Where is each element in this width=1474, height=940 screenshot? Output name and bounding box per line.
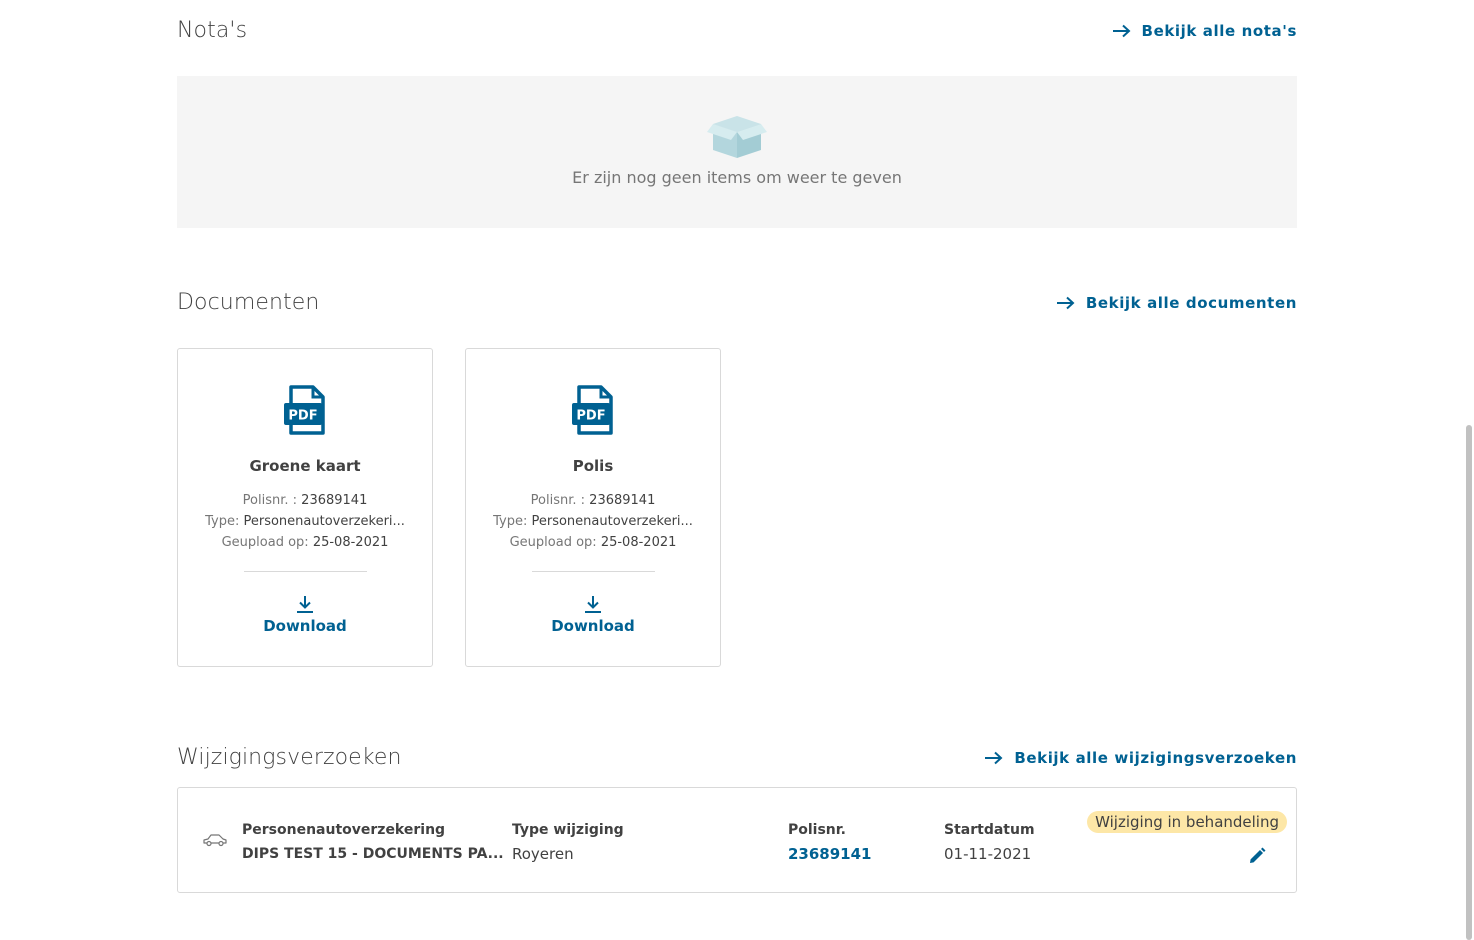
empty-message: Er zijn nog geen items om weer te geven: [572, 168, 902, 187]
polis-number-link[interactable]: 23689141: [788, 842, 872, 866]
view-all-wijzigingen-label: Bekijk alle wijzigingsverzoeken: [1014, 748, 1297, 767]
scrollbar[interactable]: [1465, 425, 1474, 940]
download-label: Download: [263, 617, 347, 635]
document-meta: Polisnr. : 23689141 Type: Personenautove…: [493, 490, 693, 553]
download-label: Download: [551, 617, 635, 635]
uploaded-label: Geupload op:: [509, 535, 597, 550]
view-all-wijzigingen-link[interactable]: Bekijk alle wijzigingsverzoeken: [984, 749, 1297, 767]
document-card-polis: PDF Polis Polisnr. : 23689141 Type: Pers…: [465, 348, 721, 667]
document-meta: Polisnr. : 23689141 Type: Personenautove…: [205, 490, 405, 553]
polisnr-value: 23689141: [301, 493, 368, 508]
product-name: Personenautoverzekering: [242, 822, 446, 838]
polisnr-label: Polisnr. :: [242, 493, 298, 508]
svg-text:PDF: PDF: [288, 409, 317, 424]
polis-column: Polisnr. 23689141: [788, 818, 872, 866]
view-all-notas-link[interactable]: Bekijk alle nota's: [1112, 22, 1297, 40]
notas-title: Nota's: [177, 18, 248, 43]
document-card-groene-kaart: PDF Groene kaart Polisnr. : 23689141 Typ…: [177, 348, 433, 667]
arrow-right-icon: [1112, 24, 1131, 37]
notas-empty-state: Er zijn nog geen items om weer te geven: [177, 76, 1297, 228]
status-badge: Wijziging in behandeling: [1087, 811, 1287, 833]
arrow-right-icon: [985, 751, 1003, 764]
download-button[interactable]: Download: [263, 594, 347, 635]
polisnr-label: Polisnr. :: [530, 493, 586, 508]
type-value: Royeren: [512, 845, 574, 863]
wijzigingen-title: Wijzigingsverzoeken: [177, 745, 402, 770]
view-all-notas-label: Bekijk alle nota's: [1141, 21, 1297, 40]
document-title: Groene kaart: [249, 457, 361, 475]
uploaded-label: Geupload op:: [221, 535, 309, 550]
polisnr-value: 23689141: [589, 493, 656, 508]
download-icon: [296, 596, 313, 613]
car-icon: [203, 834, 227, 847]
polis-header: Polisnr.: [788, 822, 847, 838]
change-request-row[interactable]: Personenautoverzekering DIPS TEST 15 - D…: [177, 787, 1297, 893]
type-column: Type wijziging Royeren: [512, 818, 624, 866]
scrollbar-thumb[interactable]: [1466, 425, 1472, 940]
svg-text:PDF: PDF: [576, 409, 605, 424]
type-header: Type wijziging: [512, 822, 624, 838]
empty-box-icon: [707, 116, 767, 158]
divider: [531, 571, 655, 572]
type-value: Personenautoverzekeri...: [243, 514, 405, 529]
documenten-title: Documenten: [177, 290, 320, 315]
pdf-icon: PDF: [572, 385, 613, 435]
start-value: 01-11-2021: [944, 845, 1032, 863]
pdf-icon: PDF: [284, 385, 325, 435]
uploaded-value: 25-08-2021: [312, 535, 389, 550]
product-column: Personenautoverzekering DIPS TEST 15 - D…: [242, 818, 504, 866]
divider: [243, 571, 367, 572]
arrow-right-icon: [1056, 296, 1075, 309]
start-column: Startdatum 01-11-2021: [944, 818, 1035, 866]
insured-name: DIPS TEST 15 - DOCUMENTS PA...: [242, 846, 504, 862]
document-title: Polis: [572, 457, 614, 475]
start-header: Startdatum: [944, 822, 1035, 838]
wijzigingen-header: Wijzigingsverzoeken Bekijk alle wijzigin…: [177, 745, 1297, 770]
download-button[interactable]: Download: [551, 594, 635, 635]
notas-header: Nota's Bekijk alle nota's: [177, 18, 1297, 43]
type-label: Type:: [493, 514, 528, 529]
uploaded-value: 25-08-2021: [600, 535, 677, 550]
type-label: Type:: [205, 514, 240, 529]
pencil-icon[interactable]: [1247, 846, 1267, 866]
download-icon: [584, 596, 601, 613]
view-all-documenten-label: Bekijk alle documenten: [1085, 293, 1297, 312]
documenten-header: Documenten Bekijk alle documenten: [177, 290, 1297, 315]
type-value: Personenautoverzekeri...: [531, 514, 693, 529]
view-all-documenten-link[interactable]: Bekijk alle documenten: [1056, 294, 1297, 312]
